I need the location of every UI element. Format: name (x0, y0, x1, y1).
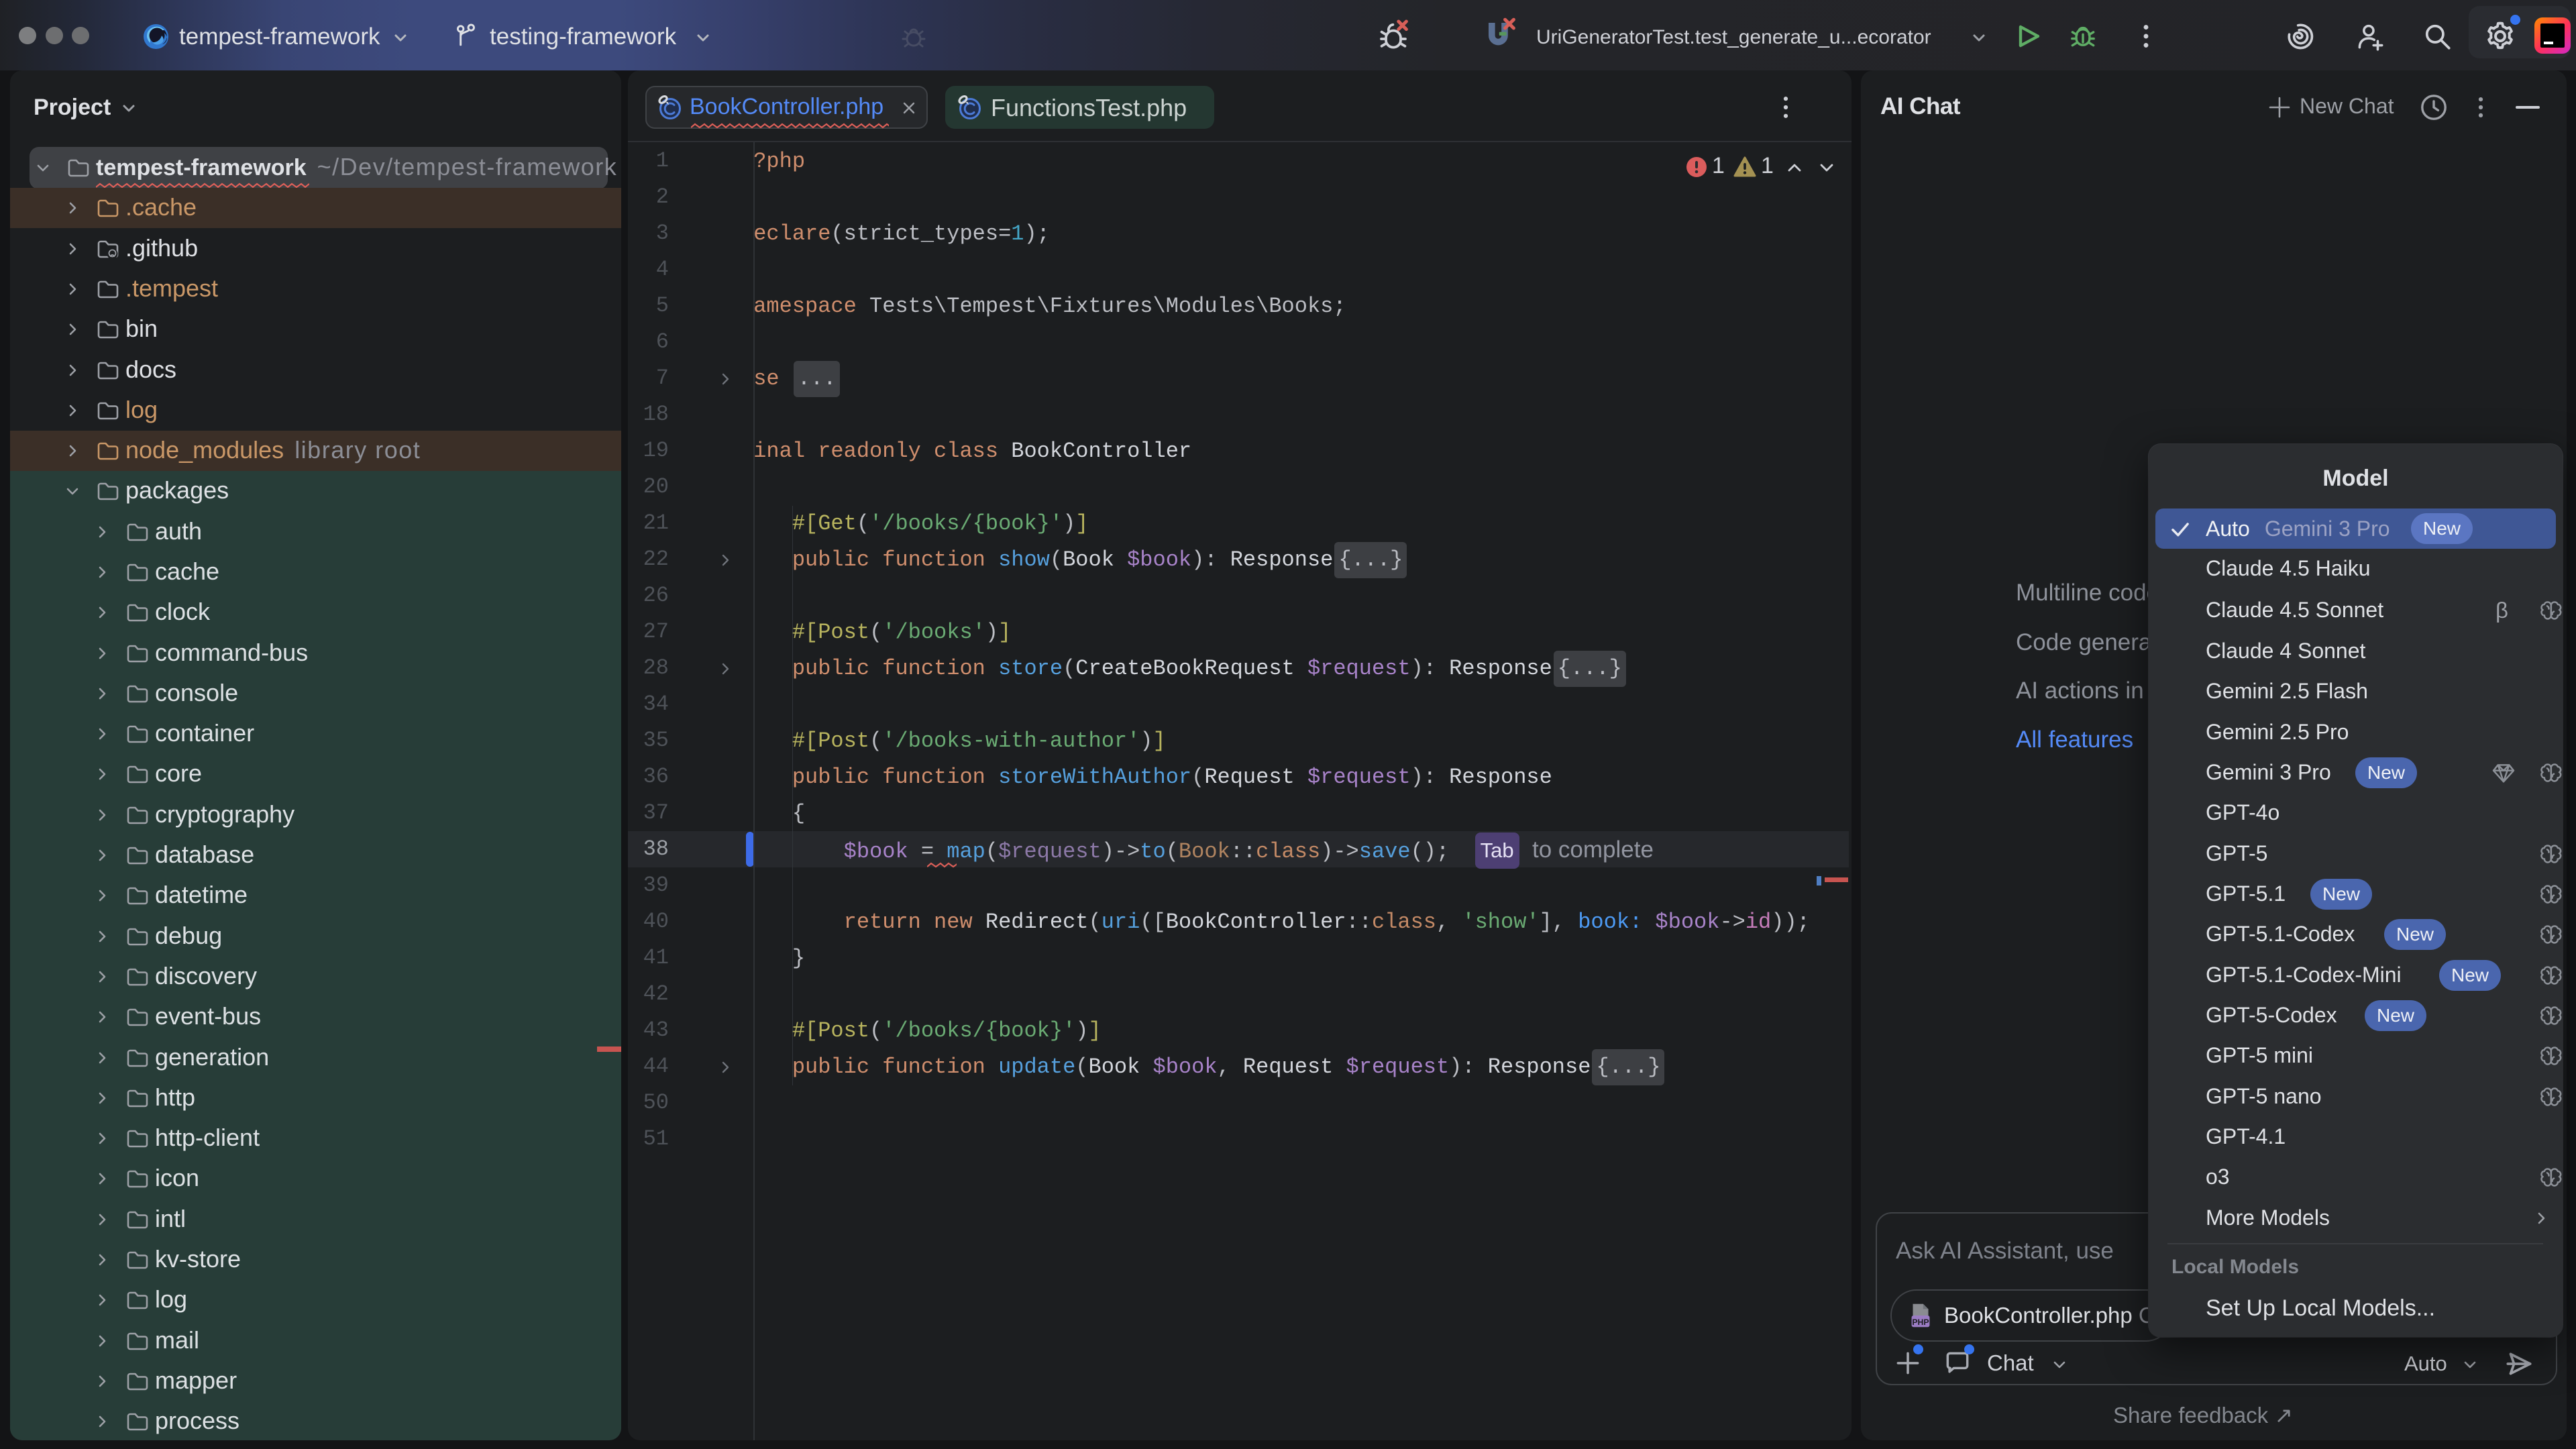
svg-text:PHP: PHP (1912, 1318, 1929, 1327)
